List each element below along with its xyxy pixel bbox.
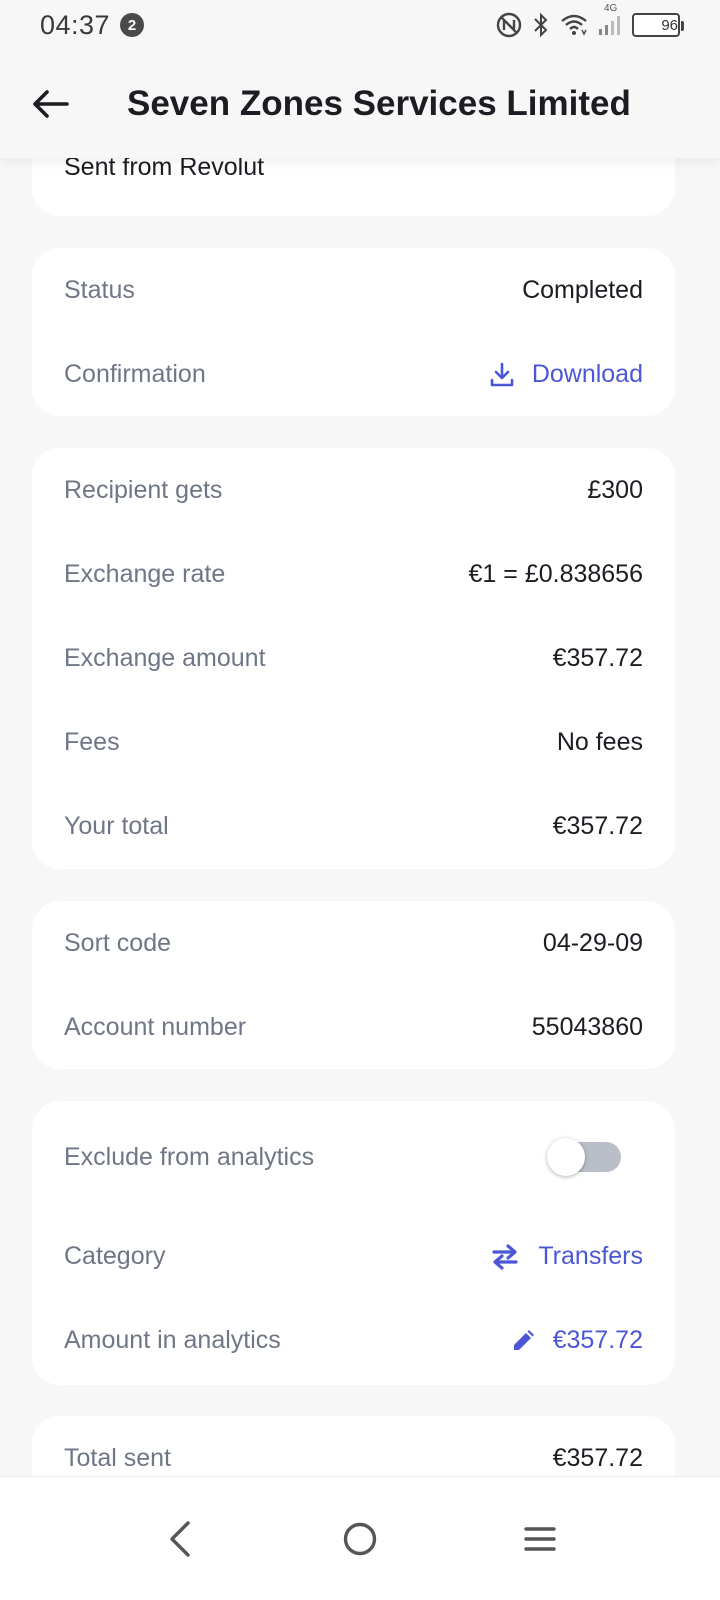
total-sent-label: Total sent <box>64 1444 172 1472</box>
analytics-amount-label: Amount in analytics <box>64 1326 281 1354</box>
swap-arrows-icon <box>492 1243 518 1270</box>
exchange-amount-label: Exchange amount <box>64 644 266 672</box>
status-bar: 04:37 2 4G 96 <box>0 0 720 50</box>
confirmation-label: Confirmation <box>64 360 206 388</box>
analytics-card: Exclude from analytics Category Transfer… <box>32 1101 675 1385</box>
exchange-rate-label: Exchange rate <box>64 560 226 588</box>
status-label: Status <box>64 276 135 304</box>
bluetooth-icon <box>532 12 550 38</box>
signal-icon: 4G <box>598 3 622 37</box>
network-type: 4G <box>604 3 618 14</box>
recipient-gets-value: £300 <box>587 476 643 504</box>
amount-row: Fees No fees <box>64 728 643 757</box>
exclude-analytics-toggle[interactable] <box>547 1138 621 1176</box>
back-button[interactable] <box>20 74 80 134</box>
nfc-icon <box>496 12 522 38</box>
origin-card: Sent from Revolut <box>32 158 675 216</box>
recipient-gets-label: Recipient gets <box>64 476 223 504</box>
app-header: Seven Zones Services Limited <box>0 50 720 158</box>
amounts-card: Recipient gets £300 Exchange rate €1 = £… <box>32 448 675 869</box>
your-total-label: Your total <box>64 812 169 840</box>
nav-menu-button[interactable] <box>510 1509 570 1569</box>
exchange-rate-value: €1 = £0.838656 <box>468 560 643 588</box>
amount-row: Your total €357.72 <box>64 812 643 841</box>
exchange-amount-value: €357.72 <box>552 644 643 672</box>
status-card: Status Completed Confirmation Download <box>32 248 675 416</box>
bank-details-card: Sort code 04-29-09 Account number 550438… <box>32 901 675 1069</box>
menu-icon <box>524 1526 556 1551</box>
your-total-value: €357.72 <box>552 812 643 840</box>
status-bar-left: 04:37 2 <box>40 9 145 41</box>
amount-row: Exchange rate €1 = £0.838656 <box>64 560 643 589</box>
download-icon <box>490 362 514 386</box>
arrow-left-icon <box>33 90 69 118</box>
exclude-analytics-label: Exclude from analytics <box>64 1142 315 1171</box>
sort-code-label: Sort code <box>64 929 172 957</box>
edit-analytics-amount-button[interactable]: €357.72 <box>511 1326 643 1355</box>
toggle-knob <box>547 1138 585 1176</box>
fees-value: No fees <box>556 728 643 756</box>
sort-code-value: 04-29-09 <box>542 929 643 957</box>
clock: 04:37 <box>40 9 111 40</box>
origin-text: Sent from Revolut <box>64 158 265 181</box>
category-label: Category <box>64 1242 166 1270</box>
status-value: Completed <box>522 276 643 304</box>
chevron-left-icon <box>170 1520 190 1557</box>
account-number-label: Account number <box>64 1013 247 1041</box>
notification-badge: 2 <box>120 13 145 37</box>
category-button[interactable]: Transfers <box>490 1242 643 1271</box>
download-confirmation-button[interactable]: Download <box>490 360 643 389</box>
system-nav-bar <box>0 1476 720 1600</box>
total-card: Total sent €357.72 <box>32 1416 675 1476</box>
amount-row: Recipient gets £300 <box>64 476 643 505</box>
battery-indicator: 96 <box>632 13 684 37</box>
page-title: Seven Zones Services Limited <box>127 84 631 123</box>
nav-back-button[interactable] <box>150 1509 210 1569</box>
battery-level: 96 <box>661 16 678 34</box>
analytics-amount-value: €357.72 <box>552 1326 643 1354</box>
amount-row: Exchange amount €357.72 <box>64 644 643 673</box>
status-bar-right: 4G 96 <box>496 3 684 38</box>
circle-icon <box>343 1522 377 1555</box>
wifi-icon <box>560 13 588 37</box>
download-label: Download <box>531 360 643 388</box>
fees-label: Fees <box>64 728 120 756</box>
category-value: Transfers <box>538 1242 643 1270</box>
pencil-icon <box>513 1329 534 1350</box>
account-number-value: 55043860 <box>531 1013 643 1041</box>
total-sent-value: €357.72 <box>552 1444 643 1472</box>
nav-home-button[interactable] <box>330 1509 390 1569</box>
transaction-details[interactable]: Sent from Revolut Status Completed Confi… <box>0 158 720 1476</box>
